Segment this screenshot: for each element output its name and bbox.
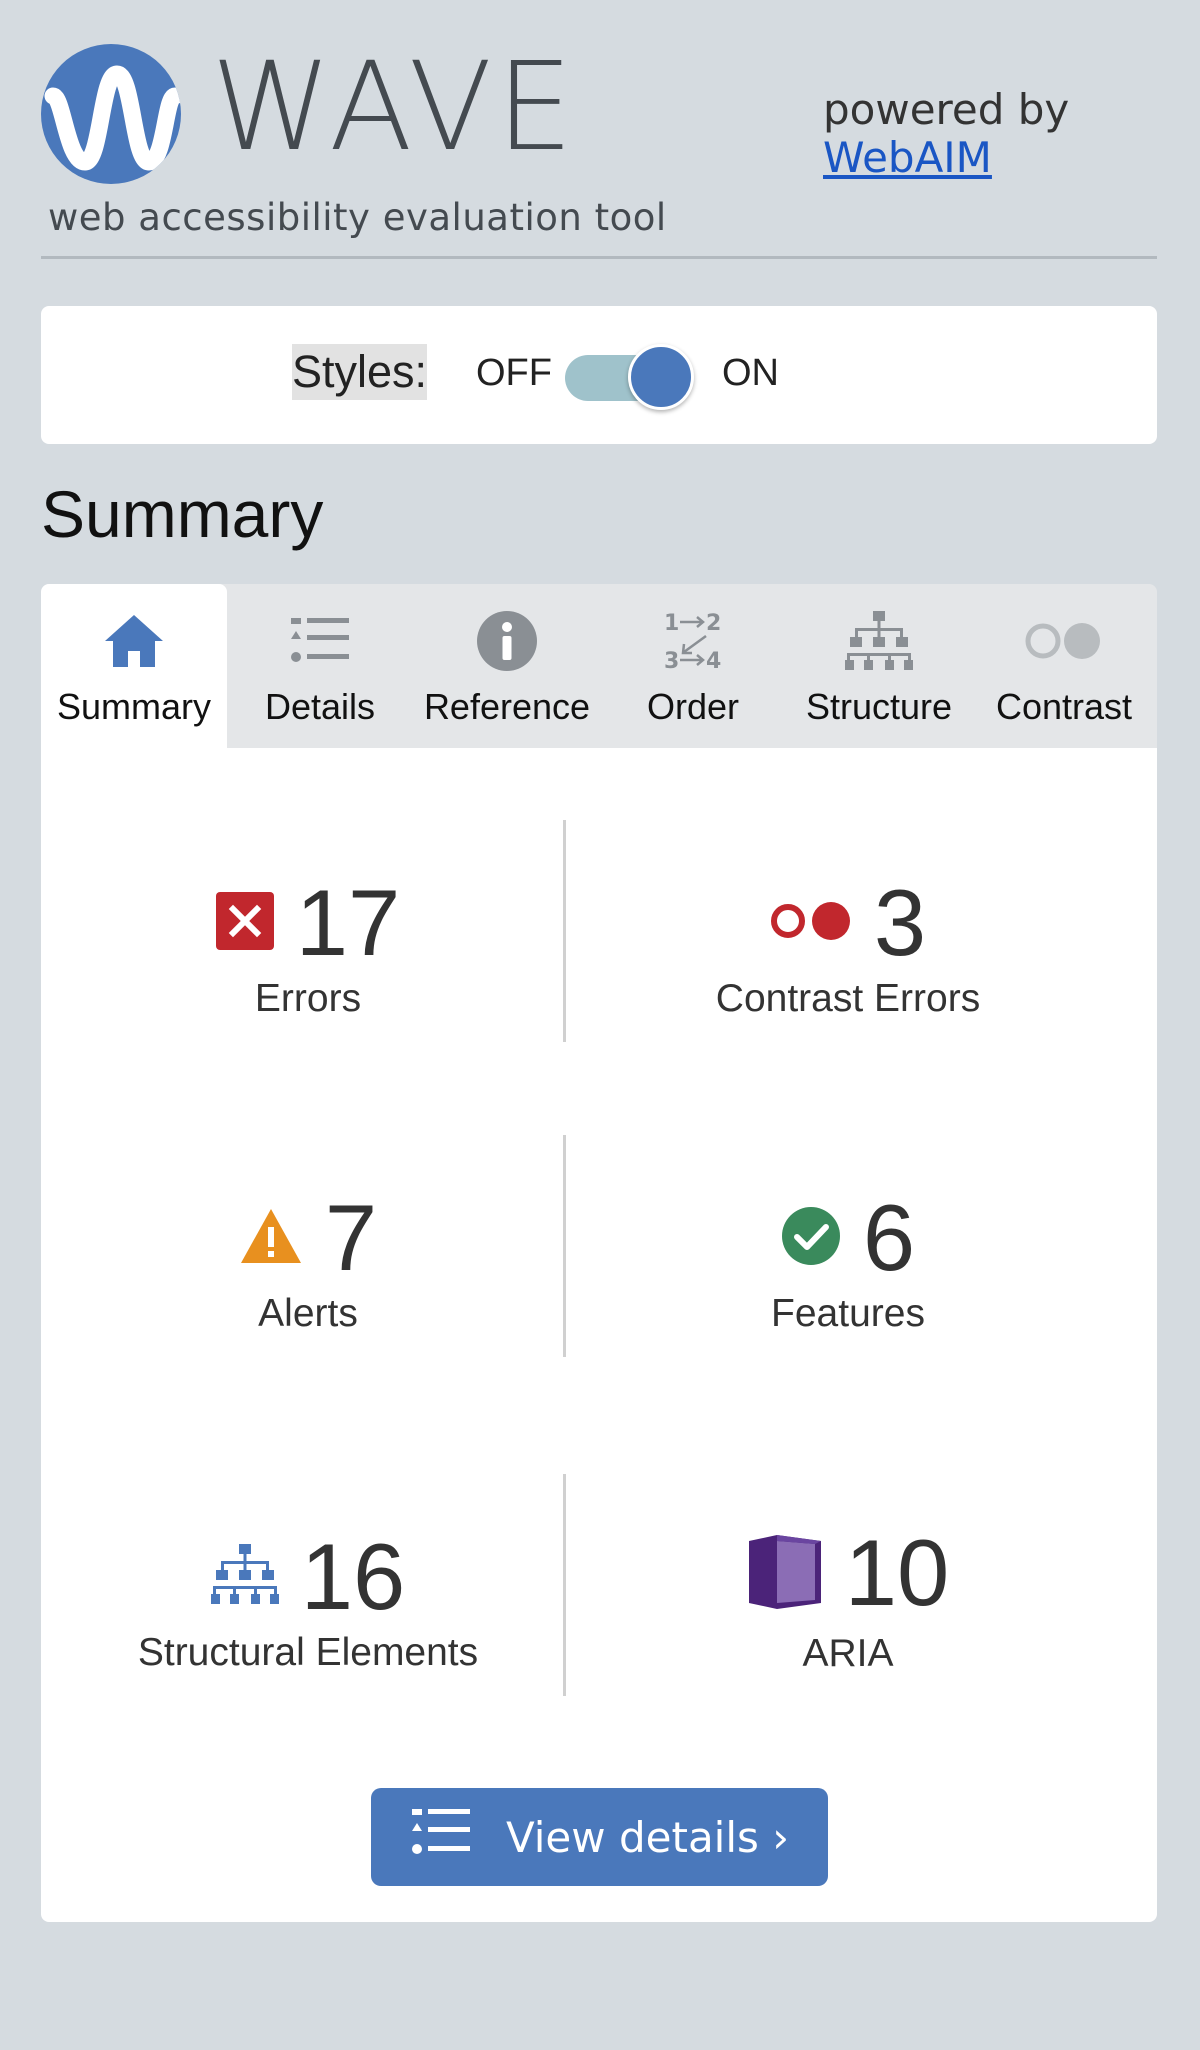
powered-by-text: powered by <box>823 85 1070 134</box>
webaim-link[interactable]: WebAIM <box>823 133 1069 182</box>
contrast-icon <box>971 608 1157 674</box>
contrast-errors-label: Contrast Errors <box>715 977 981 1020</box>
alerts-count: 7 <box>324 1185 378 1290</box>
svg-text:2: 2 <box>706 611 721 636</box>
order-icon: 1 2 3 4 <box>600 608 786 674</box>
header-divider <box>41 256 1157 259</box>
features-count: 6 <box>862 1185 916 1290</box>
tab-label-order: Order <box>646 686 740 727</box>
summary-panel: 17 Errors 3 Contrast Errors 7 Alerts 6 F… <box>41 748 1157 1922</box>
structure-icon <box>786 608 972 674</box>
styles-label: Styles: <box>292 344 428 400</box>
app-tagline: web accessibility evaluation tool <box>48 196 667 239</box>
header: WAVE web accessibility evaluation tool p… <box>41 0 1157 260</box>
tab-label-contrast: Contrast <box>995 686 1133 727</box>
stat-features[interactable]: 6 Features <box>597 1188 1099 1336</box>
contrast-errors-count: 3 <box>873 870 927 975</box>
tab-label-summary: Summary <box>56 686 212 727</box>
errors-count: 17 <box>295 870 401 975</box>
tab-label-details: Details <box>264 686 376 727</box>
tab-reference[interactable]: Reference <box>414 584 600 748</box>
tab-details[interactable]: Details <box>227 584 413 748</box>
alerts-label: Alerts <box>258 1292 358 1335</box>
page-title: Summary <box>41 477 324 551</box>
feature-check-icon <box>781 1206 841 1271</box>
aria-icon <box>747 1533 823 1614</box>
tab-structure[interactable]: Structure <box>786 584 972 748</box>
wave-logo-icon <box>41 44 181 184</box>
errors-label: Errors <box>254 977 362 1020</box>
divider <box>563 1135 566 1357</box>
stat-aria[interactable]: 10 ARIA <box>597 1518 1099 1676</box>
home-icon <box>41 608 227 674</box>
list-icon <box>410 1806 472 1868</box>
structural-label: Structural Elements <box>137 1631 479 1674</box>
styles-on-label: ON <box>722 352 779 394</box>
tab-contrast[interactable]: Contrast <box>971 584 1157 748</box>
svg-text:1: 1 <box>664 611 679 636</box>
view-details-label: View details › <box>505 1812 790 1862</box>
info-icon <box>414 608 600 674</box>
tab-order[interactable]: 1 2 3 4 Order <box>600 584 786 748</box>
structure-icon <box>210 1543 279 1611</box>
stat-contrast-errors[interactable]: 3 Contrast Errors <box>597 873 1099 1021</box>
app-title: WAVE <box>211 36 578 178</box>
list-icon <box>227 608 413 674</box>
powered-by: powered by WebAIM <box>823 85 1070 183</box>
error-icon <box>215 891 274 955</box>
aria-count: 10 <box>844 1520 950 1625</box>
stat-errors[interactable]: 17 Errors <box>57 873 559 1021</box>
tab-label-structure: Structure <box>805 686 953 727</box>
svg-text:3: 3 <box>664 649 679 674</box>
tab-summary[interactable]: Summary <box>41 584 227 748</box>
features-label: Features <box>771 1292 925 1335</box>
divider <box>563 1474 566 1696</box>
alert-icon <box>239 1207 303 1270</box>
tab-label-reference: Reference <box>423 686 591 727</box>
styles-panel: Styles: OFF ON <box>41 306 1157 444</box>
svg-text:4: 4 <box>706 649 721 674</box>
tab-bar: Summary Details Reference 1 2 3 4 Order … <box>41 584 1157 748</box>
stat-structural-elements[interactable]: 16 Structural Elements <box>57 1527 559 1675</box>
divider <box>563 820 566 1042</box>
aria-label: ARIA <box>802 1632 894 1675</box>
contrast-error-icon <box>770 900 852 947</box>
styles-off-label: OFF <box>476 352 552 394</box>
stat-alerts[interactable]: 7 Alerts <box>57 1188 559 1336</box>
structural-count: 16 <box>300 1524 406 1629</box>
view-details-button[interactable]: View details › <box>371 1788 828 1886</box>
styles-toggle-knob[interactable] <box>628 344 694 410</box>
